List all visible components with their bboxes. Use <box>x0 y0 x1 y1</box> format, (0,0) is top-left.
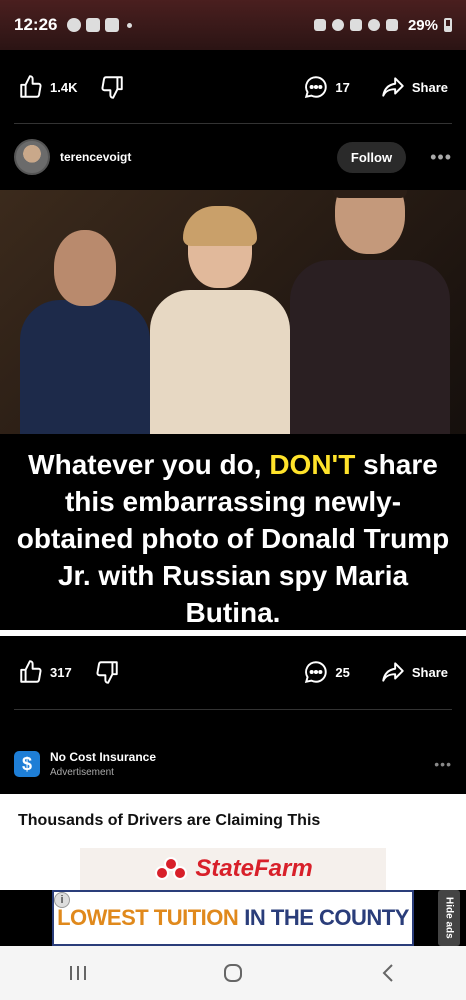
system-icons: 29% <box>313 16 452 34</box>
comment-bubble-icon <box>305 661 328 684</box>
hide-ads-button[interactable]: Hide ads <box>438 890 460 946</box>
comment-button[interactable]: 17 <box>303 74 350 100</box>
mute-icon <box>349 19 362 31</box>
banner-ad: LOWEST TUITION IN THE COUNTY i Hide ads <box>0 890 466 946</box>
statefarm-logo: StateFarm <box>80 848 386 890</box>
battery-percent: 29% <box>407 16 438 34</box>
alarm-icon <box>331 19 344 31</box>
post-action-bar: 317 25 Share <box>0 637 466 707</box>
recent-apps-icon <box>69 966 86 980</box>
post-divider <box>14 123 452 124</box>
comment-count: 25 <box>335 664 350 680</box>
ad-more-options-icon[interactable]: ••• <box>434 756 452 772</box>
statefarm-wordmark: StateFarm <box>195 855 313 882</box>
like-count: 1.4K <box>50 79 78 95</box>
tuition-banner[interactable]: LOWEST TUITION IN THE COUNTY <box>52 890 414 946</box>
thumbs-up-icon <box>20 75 42 98</box>
back-button[interactable] <box>358 953 418 993</box>
more-options-icon[interactable]: ••• <box>430 147 452 168</box>
statefarm-rings-icon <box>153 857 189 881</box>
ad-header[interactable]: $ No Cost Insurance Advertisement ••• <box>0 738 466 790</box>
recent-apps-button[interactable] <box>48 953 108 993</box>
avatar[interactable] <box>14 139 50 175</box>
more-notifications-dot-icon <box>127 22 133 28</box>
banner-text: IN THE COUNTY <box>244 905 409 930</box>
post-header: terencevoigt Follow ••• <box>0 128 466 186</box>
banner-highlight: LOWEST TUITION <box>57 905 239 930</box>
image-border <box>0 630 466 636</box>
wifi-icon <box>367 19 380 31</box>
app-notification-icon <box>105 18 120 32</box>
gallery-notification-icon <box>86 18 101 32</box>
dislike-button[interactable] <box>94 659 120 685</box>
lock-icon <box>313 19 326 31</box>
caption-highlight: DON'T <box>269 449 356 480</box>
thumbs-down-icon <box>101 76 124 99</box>
thumbs-up-icon <box>20 660 42 683</box>
system-nav-bar <box>0 946 466 1000</box>
comment-count: 17 <box>335 79 350 95</box>
share-label: Share <box>411 664 448 680</box>
comment-button[interactable]: 25 <box>303 659 350 685</box>
photo-person-right <box>290 190 450 440</box>
post-username[interactable]: terencevoigt <box>60 150 131 164</box>
share-button[interactable]: Share <box>380 659 448 685</box>
signal-icon <box>385 19 398 31</box>
ad-card[interactable]: Thousands of Drivers are Claiming This S… <box>0 794 466 890</box>
like-count: 317 <box>50 664 72 680</box>
notification-icons <box>67 18 133 32</box>
share-arrow-icon <box>382 662 404 682</box>
caption-start: Whatever you do, <box>28 449 270 480</box>
post-divider <box>14 709 452 710</box>
comment-bubble-icon <box>305 76 328 99</box>
ad-headline: Thousands of Drivers are Claiming This <box>18 812 321 829</box>
like-button[interactable]: 1.4K <box>18 74 77 100</box>
post-image[interactable]: Whatever you do, DON'T share this embarr… <box>0 190 466 630</box>
image-caption: Whatever you do, DON'T share this embarr… <box>0 434 466 630</box>
photo-person-left <box>20 230 150 440</box>
dollar-icon: $ <box>14 751 40 777</box>
ad-label: Advertisement <box>50 767 114 778</box>
follow-button[interactable]: Follow <box>336 141 407 173</box>
home-button[interactable] <box>203 953 263 993</box>
dislike-button[interactable] <box>99 74 125 100</box>
status-bar: 12:26 29% <box>0 0 466 50</box>
battery-icon <box>444 18 452 32</box>
back-icon <box>382 964 394 982</box>
photo-person-center <box>150 206 290 440</box>
share-label: Share <box>411 79 448 95</box>
status-time: 12:26 <box>14 15 58 34</box>
ad-info-icon[interactable]: i <box>54 892 70 908</box>
chat-notification-icon <box>67 18 82 32</box>
ad-title: No Cost Insurance <box>50 750 157 764</box>
share-arrow-icon <box>382 77 404 97</box>
post-action-bar: 1.4K 17 Share <box>0 52 466 122</box>
thumbs-down-icon <box>96 661 118 684</box>
home-icon <box>223 964 242 982</box>
like-button[interactable]: 317 <box>18 659 72 685</box>
share-button[interactable]: Share <box>380 74 448 100</box>
